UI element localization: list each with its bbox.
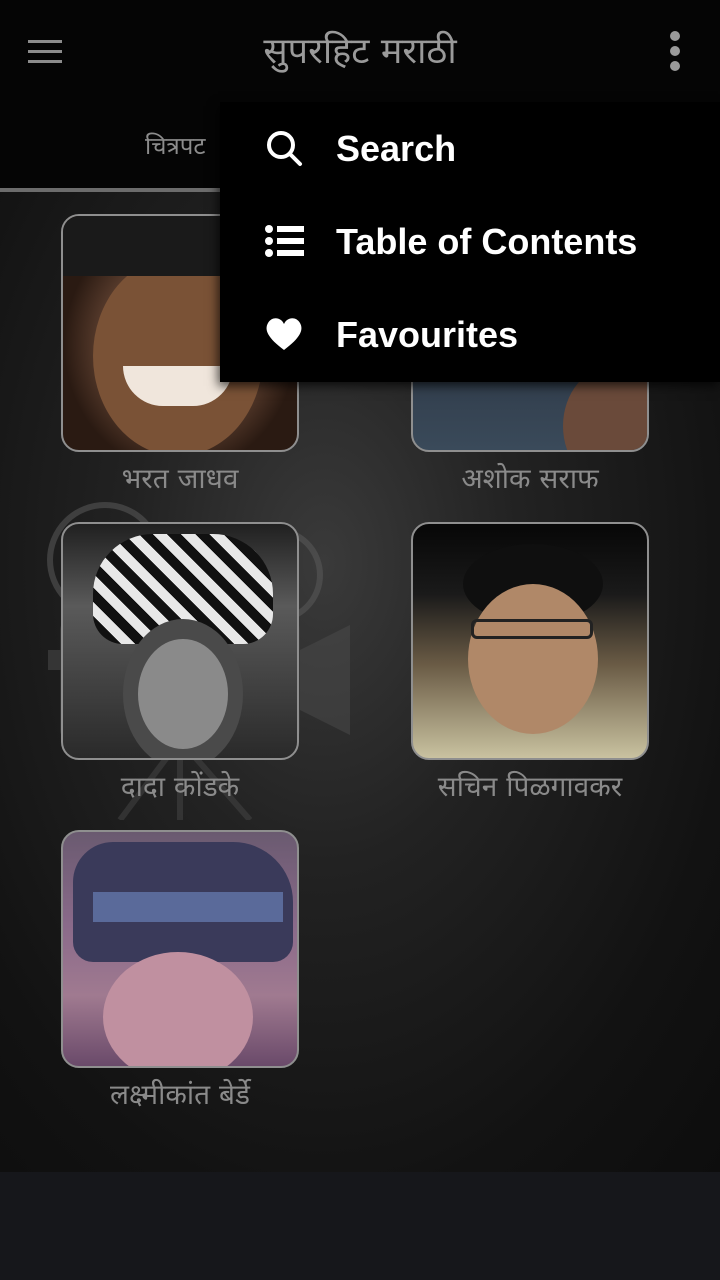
- actor-photo: [61, 522, 299, 760]
- actor-photo: [411, 522, 649, 760]
- page-title: सुपरहिट मराठी: [263, 31, 457, 72]
- actor-name: लक्ष्मीकांत बेर्डे: [109, 1078, 251, 1111]
- system-navigation-bar: [0, 1172, 720, 1280]
- actor-name: अशोक सराफ: [461, 462, 599, 495]
- heart-icon: [266, 318, 302, 350]
- menu-item-favourites[interactable]: Favourites: [220, 288, 720, 381]
- actor-card-sachin-pilgaonkar[interactable]: सचिन पिळगावकर: [411, 522, 649, 810]
- menu-item-label: Table of Contents: [336, 221, 638, 262]
- actor-name: सचिन पिळगावकर: [437, 770, 623, 803]
- menu-item-label: Favourites: [336, 314, 519, 355]
- list-icon: [265, 225, 304, 257]
- menu-item-label: Search: [336, 128, 457, 169]
- actor-photo: [61, 830, 299, 1068]
- actor-card-laxmikant-berde[interactable]: लक्ष्मीकांत बेर्डे: [61, 830, 299, 1118]
- app-toolbar: सुपरहिट मराठी: [0, 0, 720, 104]
- app-screen: भरत जाधव अशोक सराफ दादा कोंडके सचिन पिळग…: [0, 0, 720, 1172]
- menu-item-table-of-contents[interactable]: Table of Contents: [220, 195, 720, 288]
- overflow-menu: Search Table of Contents Favourites: [220, 102, 720, 382]
- search-icon: [267, 131, 302, 166]
- more-vertical-icon[interactable]: [660, 26, 690, 76]
- menu-item-search[interactable]: Search: [220, 102, 720, 195]
- tab-label: चित्रपट: [145, 132, 206, 160]
- actor-card-dada-kondke[interactable]: दादा कोंडके: [61, 522, 299, 810]
- actor-name: दादा कोंडके: [120, 770, 240, 803]
- actor-name: भरत जाधव: [121, 462, 239, 495]
- tab-indicator: [0, 188, 220, 192]
